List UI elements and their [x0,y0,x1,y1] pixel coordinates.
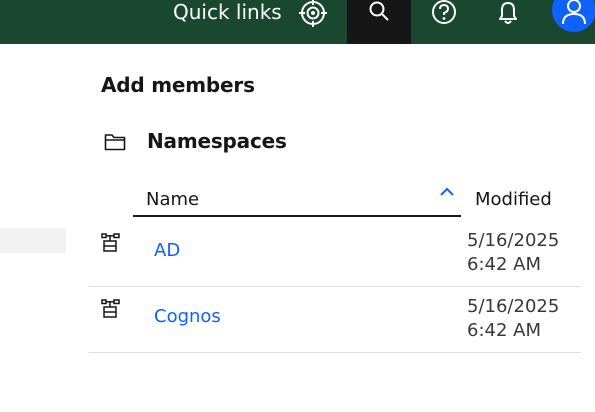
modified-date: 5/16/2025 [467,296,560,317]
search-icon [369,1,389,21]
help-button[interactable] [426,0,462,44]
modified-cell: 5/16/2025 6:42 AM [467,229,559,277]
sort-ascending-icon[interactable] [439,185,455,206]
column-header-name-label: Name [146,189,200,210]
modified-time: 6:42 AM [467,254,541,275]
column-header-name[interactable]: Name [133,185,461,217]
namespace-link[interactable]: Cognos [154,306,221,327]
search-button[interactable] [347,0,411,44]
page: Quick links Add members Namespaces Name … [0,0,595,412]
folder-icon [104,132,126,157]
modified-time: 6:42 AM [467,320,541,341]
notification-icon [499,2,517,24]
table-row[interactable]: AD 5/16/2025 6:42 AM [89,221,581,287]
user-avatar-button[interactable] [552,0,595,32]
crosshair-icon[interactable] [296,0,330,44]
panel-title: Add members [101,73,255,97]
namespace-icon [101,233,121,260]
user-avatar-icon [562,0,586,25]
namespaces-heading: Namespaces [147,129,287,153]
notifications-button[interactable] [490,0,526,44]
table-row[interactable]: Cognos 5/16/2025 6:42 AM [89,287,581,353]
left-panel-selected-item[interactable] [0,228,66,253]
namespace-icon [101,299,121,326]
help-icon [432,0,456,24]
top-nav-bar: Quick links [0,0,595,44]
column-header-modified[interactable]: Modified [475,189,552,210]
namespace-link[interactable]: AD [154,240,180,261]
quick-links-label[interactable]: Quick links [173,0,282,24]
modified-cell: 5/16/2025 6:42 AM [467,295,559,343]
modified-date: 5/16/2025 [467,230,560,251]
